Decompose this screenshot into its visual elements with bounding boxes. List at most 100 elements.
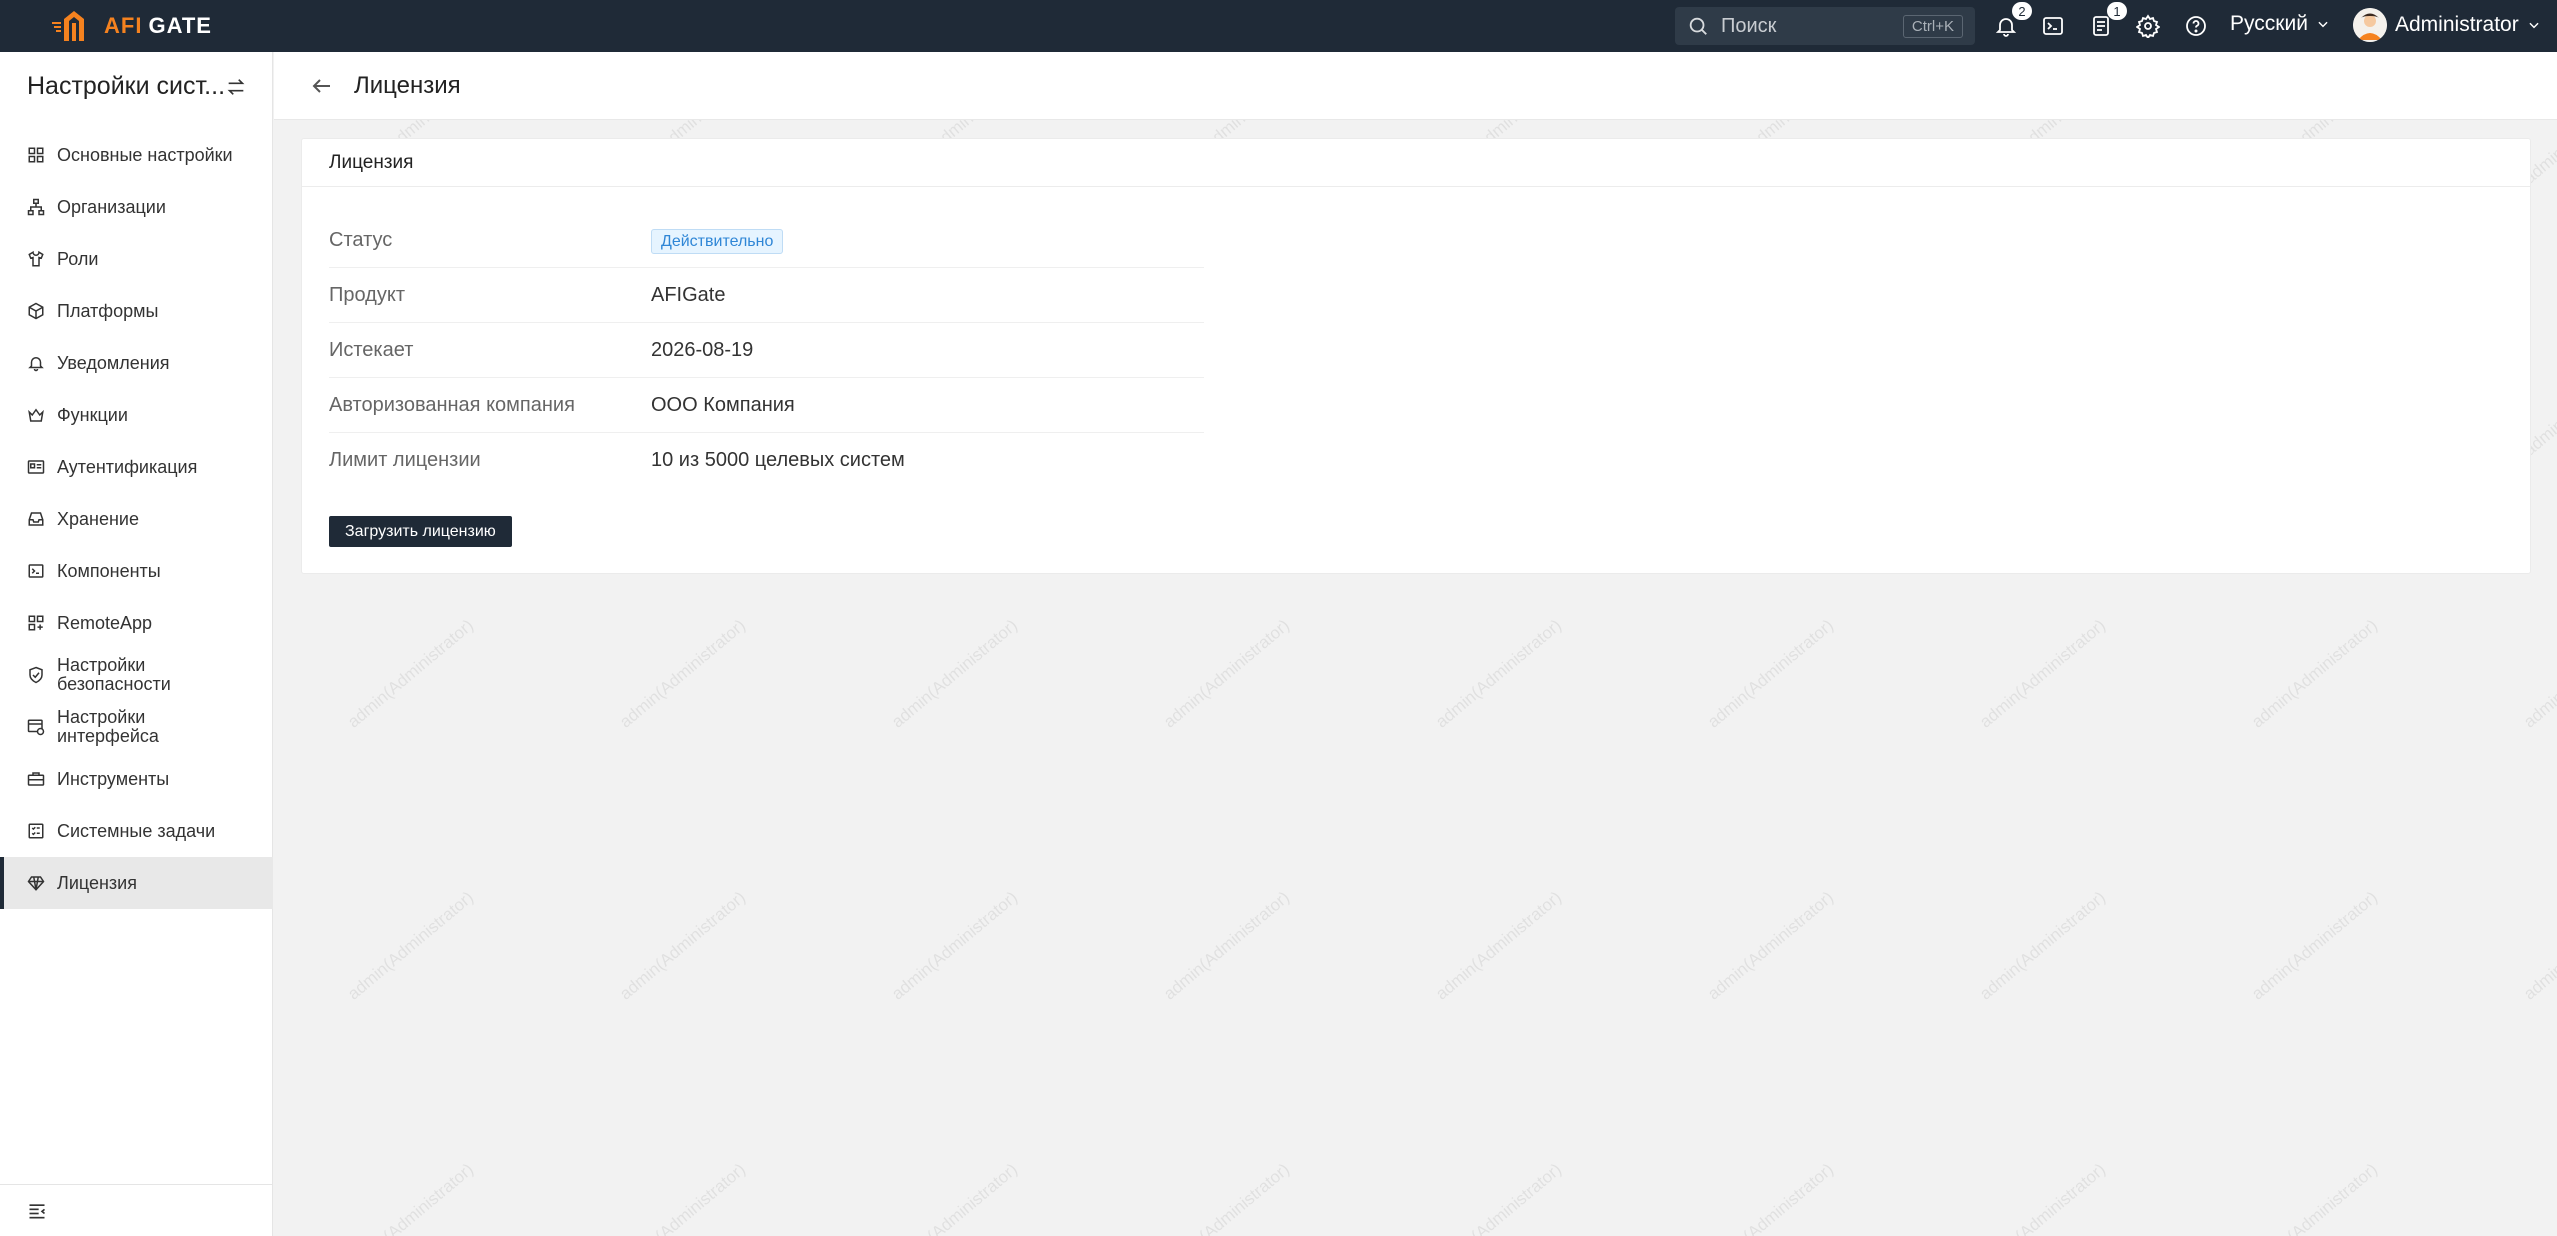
logo[interactable]: AFI GATE — [52, 9, 212, 43]
watermark-text: admin(Administrator) — [1704, 1159, 1838, 1236]
sidebar-item-label: Системные задачи — [57, 820, 216, 841]
logo-text-afi: AFI — [104, 13, 143, 38]
crown-icon — [28, 408, 44, 422]
logo-mark-icon — [52, 11, 84, 41]
watermark-text: admin(Administrator) — [1704, 887, 1838, 1004]
notifications-button[interactable]: 2 — [1992, 2, 2032, 40]
detail-row-product: Продукт AFIGate — [329, 268, 1204, 323]
sidebar-item-label: RemoteApp — [57, 612, 153, 633]
apps-icon — [28, 615, 44, 631]
card-title: Лицензия — [302, 139, 2530, 187]
detail-label: Истекает — [329, 338, 414, 361]
sidebar-item-label: Лицензия — [57, 872, 137, 893]
sidebar-nav: Основные настройки Организации Роли Плат… — [0, 129, 273, 909]
shirt-icon — [28, 250, 44, 267]
task-list-icon — [28, 823, 44, 839]
sidebar-item-authentication[interactable]: Аутентификация — [0, 441, 273, 493]
sidebar-footer — [0, 1184, 273, 1236]
settings-button[interactable] — [2134, 12, 2162, 40]
detail-label: Статус — [329, 228, 393, 251]
tasks-badge: 1 — [2107, 2, 2127, 20]
back-arrow-icon[interactable] — [310, 74, 334, 98]
watermark-text: admin(Administrator) — [2248, 887, 2382, 1004]
sidebar-item-label: Хранение — [57, 508, 139, 529]
chevron-down-icon — [2318, 21, 2328, 28]
watermark-text: admin(Administrator) — [888, 615, 1022, 732]
diamond-icon — [27, 876, 45, 891]
watermark-text: admin(Administrator) — [1704, 615, 1838, 732]
user-menu[interactable]: Administrator — [2353, 8, 2541, 42]
sidebar-item-storage[interactable]: Хранение — [0, 493, 273, 545]
sidebar-item-remoteapp[interactable]: RemoteApp — [0, 597, 273, 649]
watermark-text: admin(Administrator) — [1976, 887, 2110, 1004]
search-shortcut: Ctrl+K — [1902, 14, 1963, 38]
sidebar-item-notifications[interactable]: Уведомления — [0, 337, 273, 389]
logo-text-gate: GATE — [148, 13, 212, 38]
switch-icon[interactable] — [225, 76, 247, 98]
watermark-text: admin(Administrator) — [2520, 887, 2557, 1004]
sidebar-item-system-tasks[interactable]: Системные задачи — [0, 805, 273, 857]
upload-license-button[interactable]: Загрузить лицензию — [329, 516, 512, 547]
tasks-button[interactable]: 1 — [2087, 2, 2127, 40]
watermark-text: admin(Administrator) — [344, 887, 478, 1004]
help-button[interactable] — [2182, 12, 2210, 40]
detail-value: 2026-08-19 — [651, 338, 754, 361]
help-icon — [2186, 16, 2206, 36]
search-input[interactable]: Поиск Ctrl+K — [1675, 7, 1975, 45]
id-card-icon — [27, 460, 45, 474]
sidebar-item-label: Организации — [57, 196, 166, 217]
sidebar-item-label: Аутентификация — [57, 456, 198, 477]
watermark-text: admin(Administrator) — [2520, 615, 2557, 732]
watermark-text: admin(Administrator) — [1160, 1159, 1294, 1236]
detail-value: AFIGate — [651, 283, 726, 306]
detail-label: Авторизованная компания — [329, 393, 575, 416]
page-title: Лицензия — [354, 72, 461, 99]
detail-value: 10 из 5000 целевых систем — [651, 449, 905, 471]
detail-label: Лимит лицензии — [329, 449, 481, 471]
sidebar-item-features[interactable]: Функции — [0, 389, 273, 441]
top-bar: AFI GATE Поиск Ctrl+K 2 1 Русский Adminis… — [0, 0, 2557, 52]
sidebar-title-text: Настройки сист... — [27, 72, 226, 100]
sidebar-item-label: Уведомления — [57, 352, 170, 373]
watermark-text: admin(Administrator) — [616, 1159, 750, 1236]
watermark-text: admin(Administrator) — [2248, 615, 2382, 732]
sidebar-item-label: Основные настройки — [57, 144, 233, 165]
search-icon — [1689, 17, 1707, 35]
sidebar-item-roles[interactable]: Роли — [0, 233, 273, 285]
sidebar-title: Настройки сист... — [27, 72, 247, 101]
watermark-text: admin(Administrator) — [888, 887, 1022, 1004]
terminal-button[interactable] — [2039, 12, 2067, 40]
sidebar-item-tools[interactable]: Инструменты — [0, 753, 273, 805]
sidebar-item-label: Платформы — [57, 300, 159, 321]
watermark-text: admin(Administrator) — [1976, 1159, 2110, 1236]
license-details: Статус Действительно Продукт AFIGate Ист… — [329, 213, 1204, 488]
detail-row-expires: Истекает 2026-08-19 — [329, 323, 1204, 378]
watermark-text: admin(Administrator) — [1976, 615, 2110, 732]
sidebar-item-basic-settings[interactable]: Основные настройки — [0, 129, 273, 181]
watermark-text: admin(Administrator) — [1432, 1159, 1566, 1236]
sidebar-item-security-settings[interactable]: Настройки безопасности — [0, 649, 273, 701]
page-header: Лицензия — [274, 52, 2557, 120]
terminal-icon — [2043, 17, 2063, 35]
sidebar-item-organizations[interactable]: Организации — [0, 181, 273, 233]
language-select[interactable]: Русский — [2230, 12, 2330, 36]
sidebar-item-license[interactable]: Лицензия — [0, 857, 273, 909]
detail-label: Продукт — [329, 283, 405, 306]
watermark-text: admin(Administrator) — [2248, 1159, 2382, 1236]
gear-icon — [2136, 14, 2160, 38]
collapse-menu-icon[interactable] — [27, 1201, 47, 1221]
sidebar-item-label: Настройки безопасности — [57, 655, 171, 694]
sidebar-item-interface-settings[interactable]: Настройки интерфейса — [0, 701, 273, 753]
sidebar-item-components[interactable]: Компоненты — [0, 545, 273, 597]
status-badge: Действительно — [651, 228, 784, 254]
sidebar-item-platforms[interactable]: Платформы — [0, 285, 273, 337]
terminal-icon — [28, 564, 44, 578]
detail-value: ООО Компания — [651, 393, 795, 416]
language-label: Русский — [2230, 12, 2308, 35]
inbox-icon — [28, 512, 44, 526]
watermark-text: admin(Administrator) — [344, 615, 478, 732]
cube-icon — [28, 302, 44, 320]
watermark-text: admin(Administrator) — [616, 615, 750, 732]
toolbox-icon — [27, 772, 45, 786]
watermark-text: admin(Administrator) — [1160, 887, 1294, 1004]
